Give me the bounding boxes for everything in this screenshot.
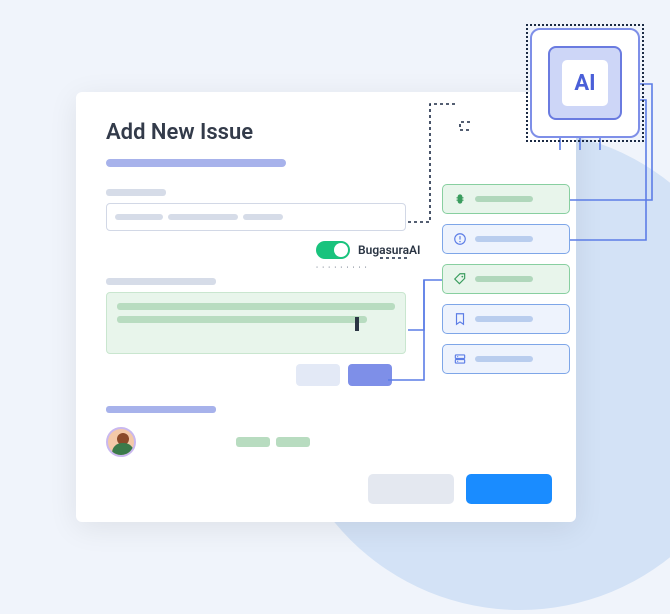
alert-icon xyxy=(453,232,467,246)
tag-skeleton xyxy=(236,437,270,447)
input-placeholder xyxy=(243,214,283,220)
tag-icon xyxy=(453,272,467,286)
field-label-1 xyxy=(106,189,166,196)
bookmark-icon xyxy=(453,312,467,326)
suggestion-label xyxy=(475,356,533,362)
suggestion-label xyxy=(475,316,533,322)
text-cursor xyxy=(355,317,359,331)
suggestion-bookmark[interactable] xyxy=(442,304,570,334)
ai-suggestions-list xyxy=(442,184,570,374)
tag-skeletons xyxy=(236,437,310,447)
description-box[interactable] xyxy=(106,292,406,354)
input-placeholder xyxy=(115,214,163,220)
suggestion-server[interactable] xyxy=(442,344,570,374)
suggestion-label xyxy=(475,236,533,242)
ai-toggle[interactable] xyxy=(316,241,350,259)
footer-buttons xyxy=(368,474,552,504)
suggestion-bug[interactable] xyxy=(442,184,570,214)
primary-small-button[interactable] xyxy=(348,364,392,386)
panel-title: Add New Issue xyxy=(106,120,546,145)
bug-icon xyxy=(453,192,467,206)
title-skeleton xyxy=(106,159,286,167)
avatar-row xyxy=(106,427,546,457)
desc-text-line xyxy=(117,303,395,310)
submit-button[interactable] xyxy=(466,474,552,504)
input-placeholder xyxy=(168,214,238,220)
cancel-button[interactable] xyxy=(368,474,454,504)
server-icon xyxy=(453,352,467,366)
suggestion-label xyxy=(475,276,533,282)
ai-toggle-label: BugasuraAI xyxy=(358,243,420,257)
suggestion-alert[interactable] xyxy=(442,224,570,254)
user-avatar[interactable] xyxy=(106,427,136,457)
suggestion-label xyxy=(475,196,533,202)
desc-text-line xyxy=(117,316,367,323)
field-label-2 xyxy=(106,278,216,285)
chip-core-label: AI xyxy=(562,60,608,106)
assignee-label xyxy=(106,406,216,413)
ai-chip: AI xyxy=(530,28,640,138)
secondary-small-button[interactable] xyxy=(296,364,340,386)
tag-skeleton xyxy=(276,437,310,447)
chip-inner: AI xyxy=(548,46,622,120)
suggestion-tag[interactable] xyxy=(442,264,570,294)
issue-title-input[interactable] xyxy=(106,203,406,231)
chip-outer: AI xyxy=(530,28,640,138)
